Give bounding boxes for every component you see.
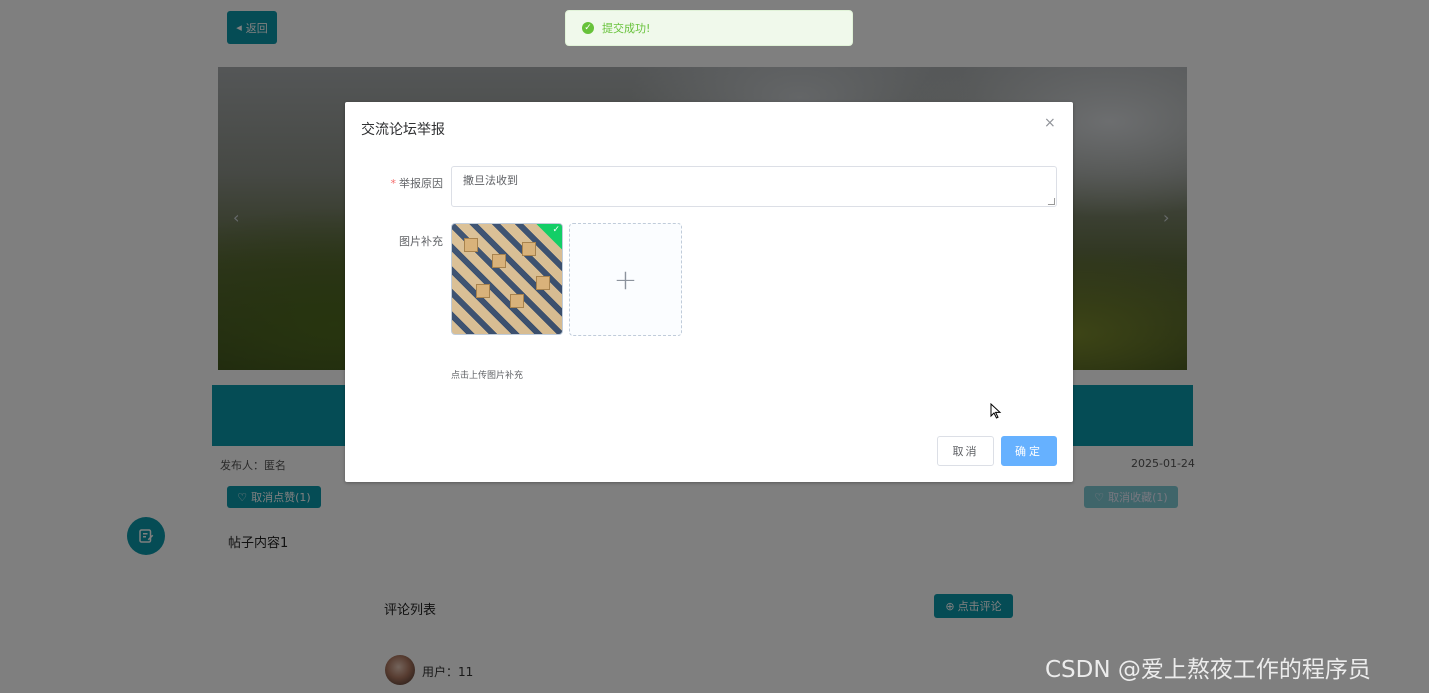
thumbnail-detail: [536, 276, 550, 290]
check-circle-icon: ✓: [582, 22, 594, 34]
close-icon[interactable]: ×: [1044, 115, 1056, 131]
thumbnail-detail: [510, 294, 524, 308]
thumbnail-detail: [476, 284, 490, 298]
check-icon: ✓: [552, 225, 560, 235]
watermark: CSDN @爱上熬夜工作的程序员: [1045, 657, 1371, 683]
confirm-button[interactable]: 确定: [1001, 436, 1057, 466]
toast-message: 提交成功!: [602, 22, 651, 35]
images-label: 图片补充: [399, 235, 443, 248]
uploaded-image-thumbnail[interactable]: ✓: [451, 223, 563, 335]
reason-label: * 举报原因: [385, 175, 444, 191]
thumbnail-detail: [492, 254, 506, 268]
report-dialog: 交流论坛举报 × * 举报原因 撒旦法收到 图片补充 ✓ + 点击上传图片补充 取…: [345, 102, 1073, 482]
cancel-button[interactable]: 取消: [937, 436, 994, 466]
success-toast: ✓ 提交成功!: [565, 10, 853, 46]
upload-tip: 点击上传图片补充: [451, 371, 524, 381]
plus-icon: +: [613, 262, 638, 296]
upload-image-button[interactable]: +: [569, 223, 682, 336]
dialog-title: 交流论坛举报: [361, 122, 445, 138]
thumbnail-detail: [464, 238, 478, 252]
mouse-cursor-icon: [990, 403, 1002, 419]
required-mark: *: [390, 177, 397, 190]
textarea-resize-handle[interactable]: [1047, 198, 1056, 205]
reason-textarea[interactable]: 撒旦法收到: [451, 166, 1057, 207]
reason-label-text: 举报原因: [399, 177, 443, 190]
thumbnail-detail: [522, 242, 536, 256]
